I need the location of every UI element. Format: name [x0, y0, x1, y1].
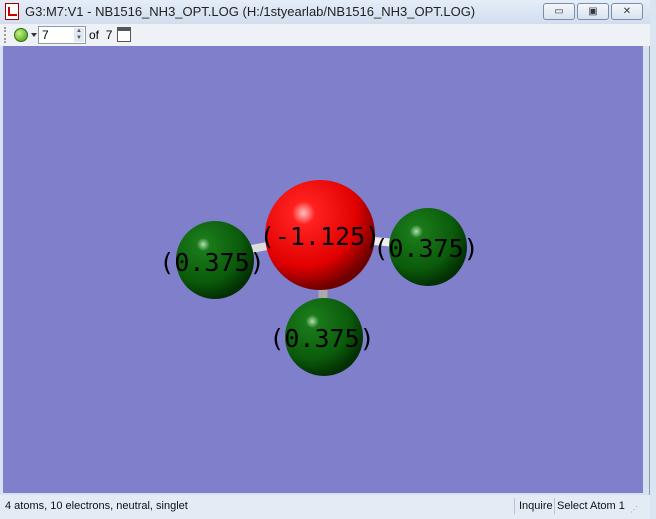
selection-indicator: Select Atom 1 [557, 500, 625, 512]
minimize-button[interactable]: ▭ [543, 3, 575, 20]
status-bar: 4 atoms, 10 electrons, neutral, singlet … [0, 495, 650, 519]
frame-of-label: of 7 [89, 28, 112, 42]
close-button[interactable]: ✕ [611, 3, 643, 20]
divider [554, 498, 555, 514]
animation-calculator-icon[interactable] [117, 27, 131, 42]
gaussview-window: G3:M7:V1 - NB1516_NH3_OPT.LOG (H:/1styea… [0, 0, 650, 519]
divider [514, 498, 515, 514]
charge-label-n: (-1.125) [260, 222, 380, 251]
resize-grip-icon[interactable]: ⋰ [630, 505, 638, 514]
frame-total: 7 [105, 28, 113, 42]
app-icon [5, 3, 19, 20]
molecule-viewport[interactable]: (-1.125) (0.375) (0.375) (0.375) [3, 46, 643, 493]
spinner-arrows-icon[interactable]: ▲ ▼ [74, 28, 84, 42]
title-bar: G3:M7:V1 - NB1516_NH3_OPT.LOG (H:/1styea… [0, 0, 650, 24]
mode-indicator: Inquire [519, 500, 553, 512]
toolbar-grip[interactable] [4, 27, 7, 43]
toolbar: 7 ▲ ▼ of 7 [0, 24, 650, 46]
charge-label-h3: (0.375) [269, 324, 374, 353]
of-text: of [89, 28, 100, 42]
green-ball-icon[interactable] [14, 28, 28, 42]
charge-label-h1: (0.375) [159, 248, 264, 277]
molecule-canvas[interactable]: (-1.125) (0.375) (0.375) (0.375) [3, 46, 643, 493]
frame-value[interactable]: 7 [42, 28, 49, 42]
molecule-info: 4 atoms, 10 electrons, neutral, singlet [5, 500, 188, 512]
chevron-down-icon[interactable] [31, 33, 37, 37]
window-title: G3:M7:V1 - NB1516_NH3_OPT.LOG (H:/1styea… [25, 4, 476, 19]
maximize-button[interactable]: ▣ [577, 3, 609, 20]
charge-label-h2: (0.375) [373, 234, 478, 263]
frame-spinner[interactable]: 7 ▲ ▼ [38, 26, 86, 44]
